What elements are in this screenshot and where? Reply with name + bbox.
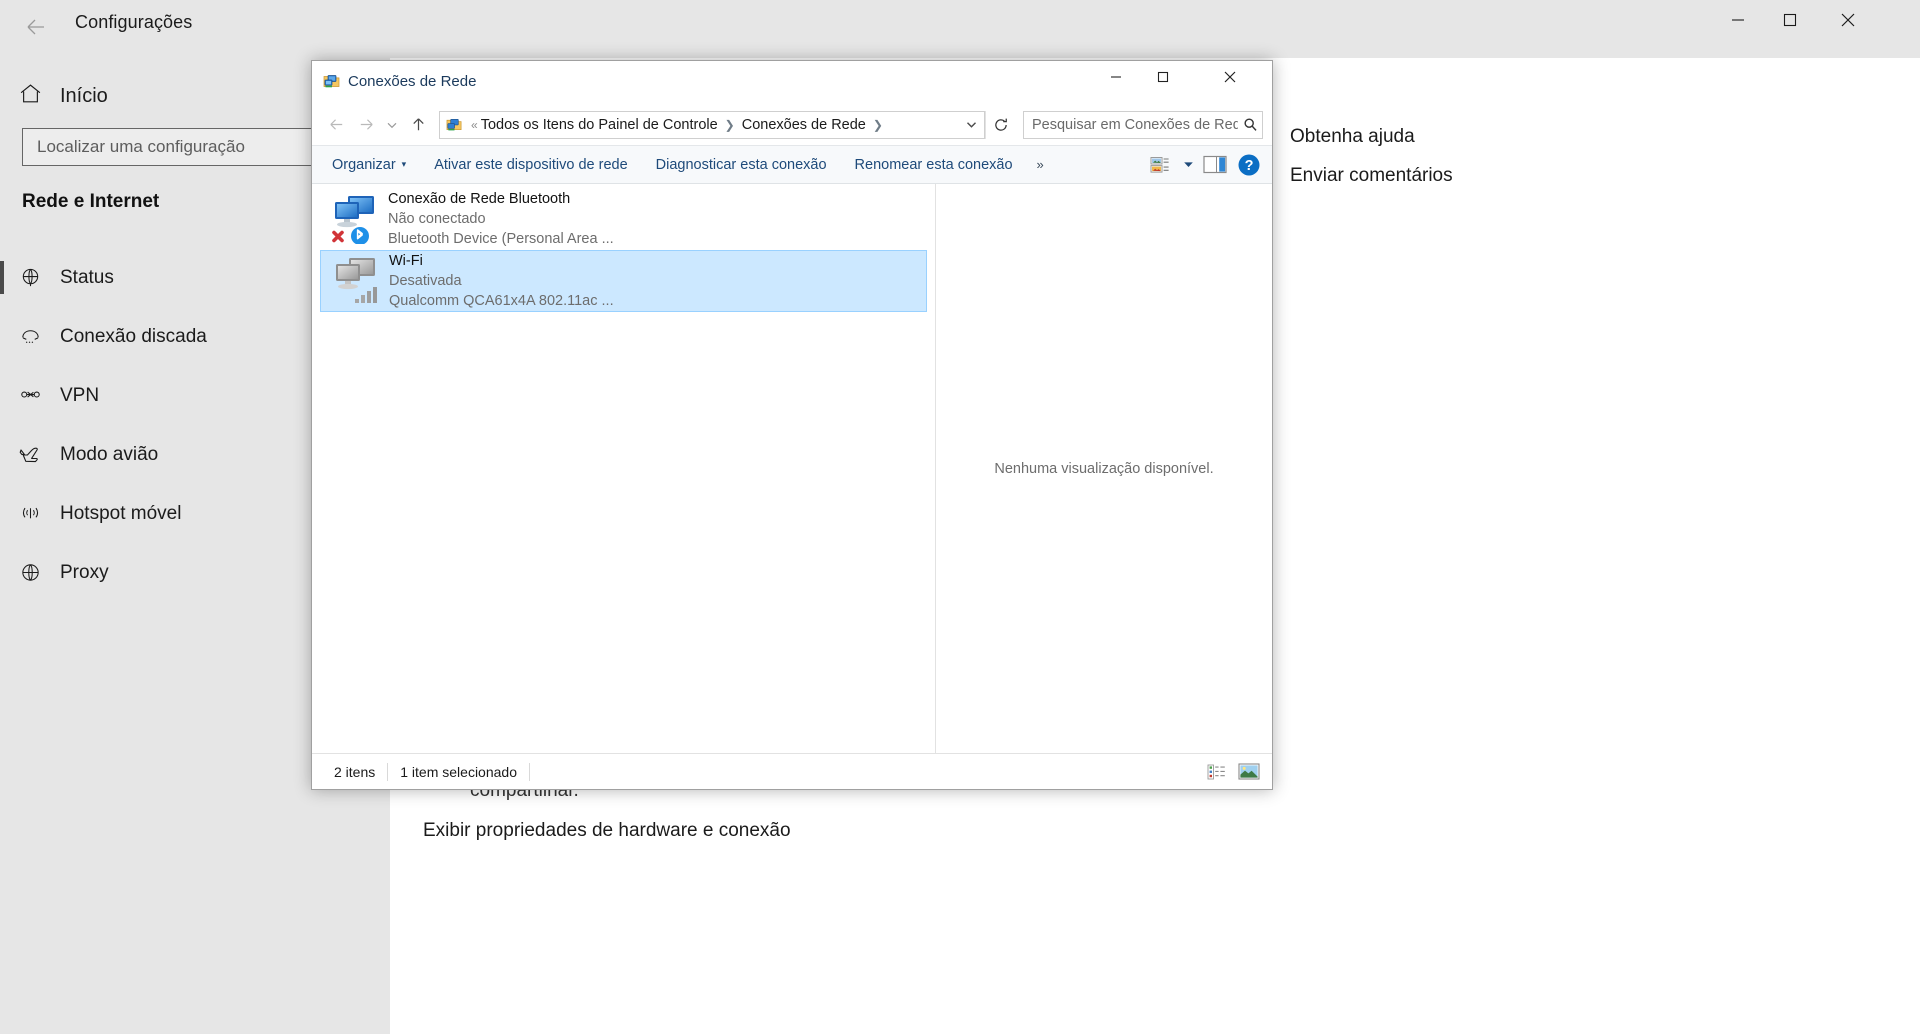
hardware-properties-link[interactable]: Exibir propriedades de hardware e conexã… — [423, 820, 791, 842]
minimize-icon[interactable] — [1092, 61, 1139, 93]
large-icons-view-icon[interactable] — [1236, 760, 1262, 784]
breadcrumb-separator-icon[interactable]: ❯ — [718, 118, 742, 132]
send-feedback-link[interactable]: Enviar comentários — [1290, 165, 1453, 187]
connection-name: Conexão de Rede Bluetooth — [388, 191, 571, 207]
chevron-down-icon: ▾ — [401, 159, 407, 169]
close-icon[interactable] — [1206, 61, 1253, 93]
item-count-label: 2 itens — [334, 763, 376, 780]
connection-info: Wi-Fi Desativada Qualcomm QCA61x4A 802.1… — [389, 251, 614, 311]
sidebar-item-proxy-label: Proxy — [60, 561, 109, 583]
list-item[interactable]: Conexão de Rede Bluetooth Não conectado … — [320, 188, 927, 250]
minimize-icon[interactable] — [1712, 0, 1764, 40]
breadcrumb-separator-icon[interactable]: ❯ — [866, 118, 890, 132]
network-connections-icon — [323, 72, 341, 90]
rename-connection-button[interactable]: Renomear esta conexão — [841, 146, 1027, 184]
connection-info: Conexão de Rede Bluetooth Não conectado … — [388, 189, 614, 249]
back-arrow-icon[interactable] — [321, 110, 351, 140]
refresh-icon[interactable] — [985, 110, 1016, 139]
home-icon — [0, 81, 60, 111]
sidebar-item-dialup-label: Conexão discada — [60, 325, 207, 347]
preview-empty-text: Nenhuma visualização disponível. — [994, 460, 1214, 477]
breadcrumb-item-network-connections[interactable]: Conexões de Rede — [742, 117, 866, 133]
enable-device-button[interactable]: Ativar este dispositivo de rede — [420, 146, 641, 184]
sidebar-item-hotspot-label: Hotspot móvel — [60, 502, 182, 524]
diagnose-connection-button[interactable]: Diagnosticar esta conexão — [642, 146, 841, 184]
list-item[interactable]: Wi-Fi Desativada Qualcomm QCA61x4A 802.1… — [320, 250, 927, 312]
help-icon[interactable]: ? — [1232, 150, 1266, 180]
search-input[interactable] — [1024, 115, 1240, 134]
close-icon[interactable] — [1822, 0, 1874, 40]
address-bar[interactable]: « Todos os Itens do Painel de Controle ❯… — [439, 110, 985, 139]
organize-label: Organizar — [332, 156, 396, 173]
selection-count-label: 1 item selecionado — [400, 763, 517, 780]
connections-list[interactable]: Conexão de Rede Bluetooth Não conectado … — [312, 184, 936, 753]
globe-icon — [0, 561, 60, 584]
sidebar-section-heading: Rede e Internet — [22, 191, 160, 212]
network-connections-icon — [446, 116, 463, 133]
get-help-link[interactable]: Obtenha ajuda — [1290, 126, 1415, 148]
toolbar-overflow-button[interactable]: » — [1027, 157, 1054, 172]
connection-status: Desativada — [389, 273, 462, 289]
maximize-icon[interactable] — [1139, 61, 1186, 93]
explorer-search-box[interactable] — [1023, 110, 1263, 139]
sidebar-item-home-label: Início — [60, 84, 108, 107]
globe-icon — [0, 266, 60, 289]
view-mode-buttons — [1204, 760, 1262, 784]
hotspot-icon — [0, 502, 60, 525]
settings-title: Configurações — [75, 12, 193, 32]
details-view-icon[interactable] — [1204, 760, 1230, 784]
network-connections-window: Conexões de Rede « Todos os Itens do Pai… — [311, 60, 1273, 790]
up-arrow-icon[interactable] — [403, 110, 433, 140]
organize-button[interactable]: Organizar ▾ — [318, 146, 420, 184]
svg-text:?: ? — [1245, 158, 1254, 174]
connection-name: Wi-Fi — [389, 253, 423, 269]
chevron-down-icon[interactable] — [958, 112, 984, 138]
sidebar-item-airplane-label: Modo avião — [60, 443, 159, 465]
breadcrumb-overflow[interactable]: « — [468, 118, 481, 132]
explorer-command-toolbar: Organizar ▾ Ativar este dispositivo de r… — [312, 145, 1272, 184]
preview-pane: Nenhuma visualização disponível. — [936, 184, 1272, 753]
airplane-icon — [0, 443, 60, 467]
search-icon[interactable] — [1240, 117, 1262, 132]
dialup-icon — [0, 325, 60, 348]
explorer-titlebar: Conexões de Rede — [312, 61, 1272, 104]
settings-titlebar: Configurações — [0, 0, 1920, 58]
connection-device: Bluetooth Device (Personal Area ... — [388, 231, 614, 247]
status-divider — [529, 762, 530, 781]
forward-arrow-icon[interactable] — [351, 110, 381, 140]
maximize-icon[interactable] — [1764, 0, 1816, 40]
sidebar-item-vpn-label: VPN — [60, 384, 100, 406]
recent-locations-icon[interactable] — [381, 110, 403, 140]
vpn-icon — [0, 384, 60, 407]
breadcrumb-item-control-panel[interactable]: Todos os Itens do Painel de Controle — [481, 117, 718, 133]
connection-status: Não conectado — [388, 211, 486, 227]
explorer-navigation-bar: « Todos os Itens do Painel de Controle ❯… — [312, 104, 1272, 145]
preview-pane-icon[interactable] — [1198, 150, 1232, 180]
network-adapter-wifi-disabled-icon — [331, 254, 389, 308]
change-view-icon[interactable] — [1144, 150, 1178, 180]
chevron-down-icon[interactable] — [1178, 159, 1198, 170]
explorer-status-bar: 2 itens 1 item selecionado — [312, 753, 1272, 789]
toolbar-right-group: ? — [1144, 150, 1266, 180]
network-adapter-bluetooth-icon — [330, 192, 388, 246]
explorer-title: Conexões de Rede — [348, 73, 477, 90]
sidebar-item-status-label: Status — [60, 266, 114, 288]
connection-device: Qualcomm QCA61x4A 802.11ac ... — [389, 293, 614, 309]
back-arrow-icon[interactable] — [12, 5, 60, 49]
explorer-body: Conexão de Rede Bluetooth Não conectado … — [312, 184, 1272, 753]
